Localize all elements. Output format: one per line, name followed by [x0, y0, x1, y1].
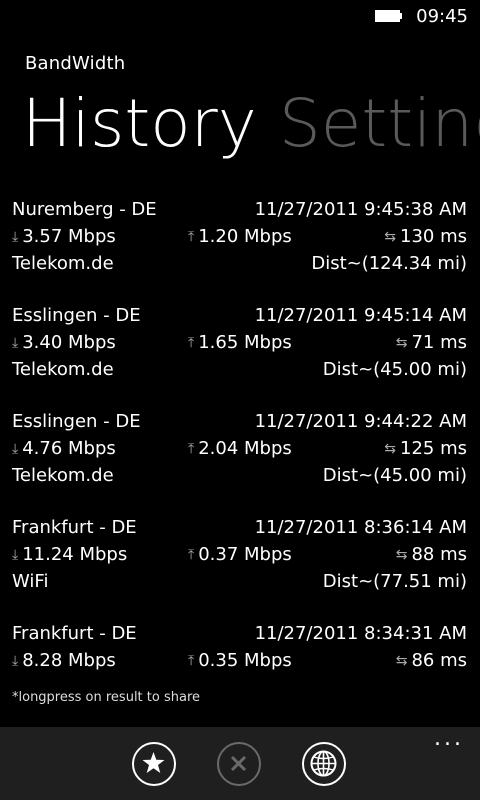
result-city: Nuremberg - DE	[12, 199, 157, 220]
upload-icon: ⤒	[188, 547, 195, 563]
ping-icon: ⇆	[384, 229, 396, 245]
globe-icon	[310, 750, 337, 777]
history-item[interactable]: Esslingen - DE 11/27/2011 9:45:14 AM ⤓ 3.…	[0, 299, 480, 405]
tab-history[interactable]: History	[22, 84, 257, 164]
result-upload: 1.65 Mbps	[198, 332, 292, 353]
app-title: BandWidth	[25, 53, 126, 74]
footnote: *longpress on result to share	[12, 690, 200, 705]
download-icon: ⤓	[12, 335, 19, 351]
download-icon: ⤓	[12, 653, 19, 669]
ping-icon: ⇆	[384, 441, 396, 457]
more-menu[interactable]: ...	[434, 728, 464, 750]
result-upload: 0.37 Mbps	[198, 544, 292, 565]
battery-icon	[375, 10, 402, 22]
result-download: 3.57 Mbps	[22, 226, 116, 247]
result-city: Esslingen - DE	[12, 305, 141, 326]
tab-setting[interactable]: Setting	[279, 84, 480, 164]
delete-button[interactable]	[217, 742, 261, 786]
download-icon: ⤓	[12, 441, 19, 457]
result-datetime: 11/27/2011 9:44:22 AM	[254, 411, 467, 432]
result-distance: Dist~(45.00 mi)	[322, 465, 467, 486]
star-icon	[142, 752, 165, 773]
ping-icon: ⇆	[395, 547, 408, 563]
result-city: Frankfurt - DE	[12, 517, 137, 538]
history-list[interactable]: Nuremberg - DE 11/27/2011 9:45:38 AM ⤓ 3.…	[0, 193, 480, 677]
result-datetime: 11/27/2011 8:36:14 AM	[254, 517, 467, 538]
status-time: 09:45	[416, 6, 468, 27]
map-button[interactable]	[302, 742, 346, 786]
result-download: 8.28 Mbps	[22, 650, 116, 671]
result-upload: 2.04 Mbps	[198, 438, 292, 459]
result-upload: 0.35 Mbps	[198, 650, 292, 671]
favorite-button[interactable]	[132, 742, 176, 786]
status-bar: 09:45	[0, 0, 480, 32]
result-isp: Telekom.de	[12, 253, 114, 274]
result-ping: 71 ms	[411, 332, 467, 353]
history-item[interactable]: Nuremberg - DE 11/27/2011 9:45:38 AM ⤓ 3.…	[0, 193, 480, 299]
history-item[interactable]: Esslingen - DE 11/27/2011 9:44:22 AM ⤓ 4.…	[0, 405, 480, 511]
history-item[interactable]: Frankfurt - DE 11/27/2011 8:36:14 AM ⤓ 11…	[0, 511, 480, 617]
history-item[interactable]: Frankfurt - DE 11/27/2011 8:34:31 AM ⤓ 8.…	[0, 617, 480, 677]
result-ping: 86 ms	[411, 650, 467, 671]
result-download: 4.76 Mbps	[22, 438, 116, 459]
result-city: Esslingen - DE	[12, 411, 141, 432]
upload-icon: ⤒	[188, 229, 195, 245]
close-icon	[230, 755, 247, 772]
result-ping: 130 ms	[400, 226, 467, 247]
result-city: Frankfurt - DE	[12, 623, 137, 644]
result-upload: 1.20 Mbps	[198, 226, 292, 247]
result-download: 11.24 Mbps	[22, 544, 128, 565]
result-ping: 88 ms	[411, 544, 467, 565]
pivot-header: History Setting	[22, 84, 480, 164]
download-icon: ⤓	[12, 547, 19, 563]
upload-icon: ⤒	[188, 653, 195, 669]
result-isp: Telekom.de	[12, 359, 114, 380]
result-download: 3.40 Mbps	[22, 332, 116, 353]
result-datetime: 11/27/2011 8:34:31 AM	[254, 623, 467, 644]
result-distance: Dist~(45.00 mi)	[322, 359, 467, 380]
result-distance: Dist~(77.51 mi)	[322, 571, 467, 592]
result-isp: Telekom.de	[12, 465, 114, 486]
result-datetime: 11/27/2011 9:45:14 AM	[254, 305, 467, 326]
app-bar: ...	[0, 727, 480, 800]
upload-icon: ⤒	[188, 441, 195, 457]
upload-icon: ⤒	[188, 335, 195, 351]
result-isp: WiFi	[12, 571, 49, 592]
download-icon: ⤓	[12, 229, 19, 245]
result-datetime: 11/27/2011 9:45:38 AM	[254, 199, 467, 220]
ping-icon: ⇆	[395, 335, 408, 351]
ping-icon: ⇆	[395, 653, 408, 669]
result-ping: 125 ms	[400, 438, 467, 459]
result-distance: Dist~(124.34 mi)	[311, 253, 467, 274]
